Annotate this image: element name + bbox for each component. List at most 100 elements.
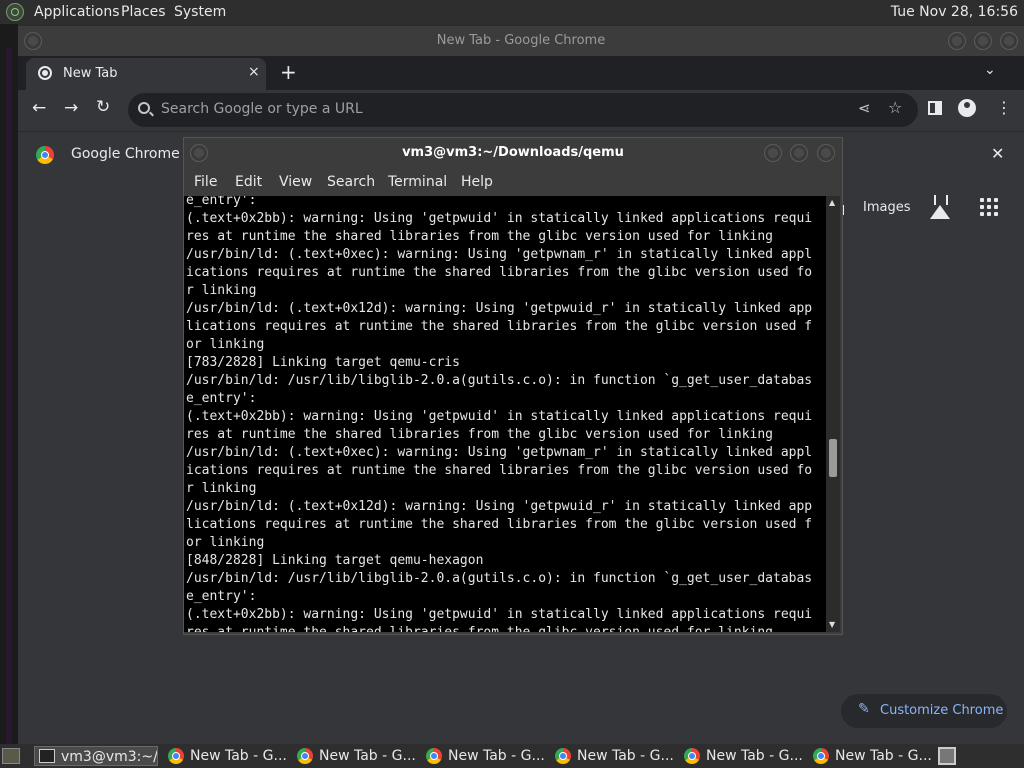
menu-search[interactable]: Search [327,174,375,190]
bookmark-star-icon[interactable]: ☆ [888,98,902,117]
infobar-close-icon[interactable]: ✕ [991,144,1004,163]
terminal-maximize-icon[interactable] [790,144,808,162]
terminal-line: /usr/bin/ld: (.text+0xec): warning: Usin… [186,445,813,460]
chrome-icon [297,748,313,764]
terminal-line: (.text+0x2bb): warning: Using 'getpwuid'… [186,211,813,226]
terminal-line: r linking [186,283,257,298]
profile-avatar-icon[interactable] [958,99,976,117]
taskbar-item-label: New Tab - G... [190,748,286,764]
terminal-line: ications requires at runtime the shared … [186,463,813,478]
images-link[interactable]: Images [863,200,911,215]
top-panel: Applications Places System Tue Nov 28, 1… [0,0,1024,24]
terminal-output[interactable]: e_entry': (.text+0x2bb): warning: Using '… [184,196,826,632]
taskbar-item[interactable]: New Tab - G... [809,746,933,766]
terminal-scrollbar[interactable]: ▲ ▼ [826,196,840,632]
terminal-line: /usr/bin/ld: (.text+0x12d): warning: Usi… [186,499,813,514]
chrome-menu-icon[interactable]: ⋮ [996,98,1012,117]
taskbar-item[interactable]: New Tab - G... [164,746,288,766]
reload-icon[interactable]: ↻ [96,97,110,117]
new-tab-button[interactable]: + [280,60,297,84]
tab-new-tab[interactable]: New Tab × [26,58,266,90]
terminal-line: (.text+0x2bb): warning: Using 'getpwuid'… [186,409,813,424]
apps-grid-icon[interactable] [980,198,998,216]
scroll-down-icon[interactable]: ▼ [829,620,835,629]
scroll-up-icon[interactable]: ▲ [829,198,835,207]
taskbar-item[interactable]: vm3@vm3:~/... [34,746,158,766]
applications-menu[interactable]: Applications [34,4,120,20]
taskbar-item-label: New Tab - G... [835,748,931,764]
customize-chrome-button[interactable]: ✎ Customize Chrome [841,694,1007,728]
taskbar-item[interactable]: New Tab - G... [422,746,546,766]
side-panel-icon[interactable] [928,101,942,115]
terminal-line: /usr/bin/ld: (.text+0x12d): warning: Usi… [186,301,813,316]
search-icon [138,102,150,114]
terminal-line: /usr/bin/ld: /usr/lib/libglib-2.0.a(guti… [186,373,813,388]
terminal-menubar: File Edit View Search Terminal Help [184,168,842,196]
forward-icon[interactable]: → [64,98,78,118]
terminal-titlebar[interactable]: vm3@vm3:~/Downloads/qemu [184,138,842,168]
menu-file[interactable]: File [194,174,217,190]
terminal-close-icon[interactable] [817,144,835,162]
menu-edit[interactable]: Edit [235,174,262,190]
back-icon[interactable]: ← [32,98,46,118]
maximize-icon[interactable] [974,32,992,50]
taskbar-item-label: New Tab - G... [577,748,673,764]
terminal-line: /usr/bin/ld: (.text+0xec): warning: Usin… [186,247,813,262]
terminal-line: res at runtime the shared libraries from… [186,427,773,442]
taskbar-item[interactable]: New Tab - G... [551,746,675,766]
desktop-strip [6,48,12,748]
close-icon[interactable] [1000,32,1018,50]
system-menu[interactable]: System [174,4,226,20]
tab-strip: New Tab × [18,56,1024,90]
chrome-titlebar[interactable]: New Tab - Google Chrome [18,26,1024,56]
trash-icon[interactable] [938,747,956,765]
clock[interactable]: Tue Nov 28, 16:56 [891,4,1018,20]
chrome-toolbar: ← → ↻ Search Google or type a URL ⋖ ☆ ⋮ [18,90,1024,130]
taskbar-item-label: vm3@vm3:~/... [61,749,157,765]
omnibox-placeholder: Search Google or type a URL [161,101,363,117]
chrome-icon [684,748,700,764]
terminal-line: e_entry': [186,196,257,208]
terminal-lines: e_entry': (.text+0x2bb): warning: Using '… [186,196,812,632]
menu-view[interactable]: View [279,174,312,190]
terminal-line: or linking [186,535,265,550]
menu-terminal[interactable]: Terminal [388,174,447,190]
terminal-line: ications requires at runtime the shared … [186,265,813,280]
terminal-title: vm3@vm3:~/Downloads/qemu [402,145,624,160]
terminal-line: e_entry': [186,589,257,604]
terminal-window-menu-icon[interactable] [190,144,208,162]
share-icon[interactable]: ⋖ [858,99,871,117]
terminal-line: r linking [186,481,257,496]
window-menu-icon[interactable] [24,32,42,50]
bottom-panel: vm3@vm3:~/... New Tab - G... New Tab - G..… [0,744,1024,768]
menu-help[interactable]: Help [461,174,493,190]
tab-search-icon[interactable]: ⌄ [984,62,996,78]
terminal-line: [783/2828] Linking target qemu-cris [186,355,460,370]
taskbar-item-label: New Tab - G... [706,748,802,764]
terminal-line: [848/2828] Linking target qemu-hexagon [186,553,484,568]
labs-flask-icon[interactable] [930,195,950,219]
minimize-icon[interactable] [948,32,966,50]
infobar-text: Google Chrome is [71,146,196,162]
terminal-line: (.text+0x2bb): warning: Using 'getpwuid'… [186,607,813,622]
chrome-icon [813,748,829,764]
show-desktop-icon[interactable] [2,748,20,764]
terminal-line: lications requires at runtime the shared… [186,517,813,532]
chrome-icon [555,748,571,764]
customize-chrome-label: Customize Chrome [880,703,1004,718]
taskbar-item[interactable]: New Tab - G... [680,746,804,766]
terminal-minimize-icon[interactable] [764,144,782,162]
taskbar-item[interactable]: New Tab - G... [293,746,417,766]
chrome-window-title: New Tab - Google Chrome [436,33,606,48]
chrome-icon [426,748,442,764]
distro-logo-icon[interactable] [6,3,24,21]
taskbar-item-label: New Tab - G... [448,748,544,764]
places-menu[interactable]: Places [121,4,166,20]
omnibox[interactable]: Search Google or type a URL ⋖ ☆ [128,93,918,127]
scrollbar-thumb[interactable] [829,439,837,477]
desktop-background [0,24,18,748]
chrome-tab-icon [38,66,52,80]
terminal-icon [39,749,55,763]
tab-close-icon[interactable]: × [248,64,260,80]
terminal-window: vm3@vm3:~/Downloads/qemu File Edit View … [183,137,843,635]
